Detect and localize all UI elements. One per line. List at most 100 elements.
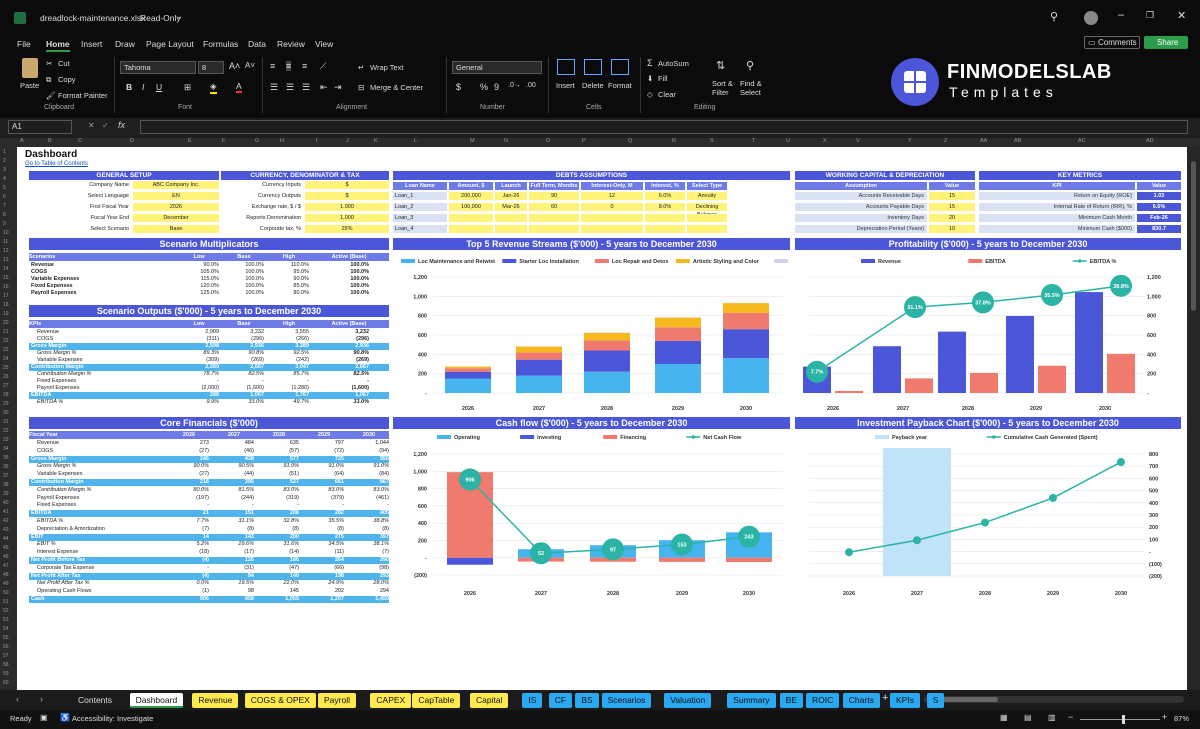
orientation-icon[interactable]: ⟋: [320, 61, 326, 72]
function-icon[interactable]: fx: [118, 120, 125, 130]
row-number[interactable]: 1: [3, 149, 6, 155]
font-color-icon[interactable]: A: [236, 81, 242, 93]
tab-cf[interactable]: CF: [548, 693, 573, 708]
formula-input[interactable]: [140, 120, 1188, 134]
find-icon[interactable]: ⚲: [746, 59, 754, 72]
decrease-font-icon[interactable]: A˅: [245, 61, 255, 70]
tab-valuation[interactable]: Valuation: [664, 693, 712, 708]
clear-button[interactable]: Clear: [658, 90, 676, 99]
row-number[interactable]: 22: [3, 338, 9, 344]
borders-icon[interactable]: ⊞: [184, 82, 191, 93]
align-middle-icon[interactable]: ≡: [286, 61, 292, 71]
row-number[interactable]: 16: [3, 284, 9, 290]
row-number[interactable]: 52: [3, 608, 9, 614]
tab-kpis[interactable]: KPIs: [890, 693, 920, 708]
align-bottom-icon[interactable]: ≡: [302, 61, 307, 71]
tab-is[interactable]: IS: [522, 693, 543, 708]
align-top-icon[interactable]: ≡: [270, 61, 275, 71]
row-number[interactable]: 59: [3, 671, 9, 677]
tab-bs[interactable]: BS: [575, 693, 599, 708]
enter-icon[interactable]: ✓: [102, 121, 109, 130]
close-icon[interactable]: ✕: [1177, 9, 1186, 22]
tab-contents[interactable]: Contents: [72, 693, 118, 708]
zoom-out-icon[interactable]: −: [1068, 712, 1073, 722]
row-number[interactable]: 7: [3, 203, 6, 209]
fill-icon[interactable]: ⬇: [647, 74, 653, 83]
row-number[interactable]: 35: [3, 455, 9, 461]
row-number[interactable]: 40: [3, 500, 9, 506]
font-size-select[interactable]: 8: [198, 61, 224, 74]
page-break-icon[interactable]: ▥: [1048, 713, 1056, 722]
row-number[interactable]: 23: [3, 347, 9, 353]
row-number[interactable]: 13: [3, 257, 9, 263]
copy-button[interactable]: Copy: [58, 75, 76, 84]
tab-cogs-opex[interactable]: COGS & OPEX: [244, 693, 316, 708]
row-number[interactable]: 44: [3, 536, 9, 542]
tab-s[interactable]: S: [926, 693, 945, 708]
name-box[interactable]: A1: [8, 120, 72, 134]
tab-scenarios[interactable]: Scenarios: [601, 693, 652, 708]
add-sheet-icon[interactable]: +: [882, 692, 888, 704]
tab-be[interactable]: BE: [779, 693, 803, 708]
row-number[interactable]: 49: [3, 581, 9, 587]
row-number[interactable]: 8: [3, 212, 6, 218]
clear-icon[interactable]: ◇: [647, 90, 653, 99]
row-number[interactable]: 4: [3, 176, 6, 182]
merge-icon[interactable]: ⊟: [358, 83, 364, 92]
increase-decimal-icon[interactable]: .0→: [508, 82, 521, 89]
menu-home[interactable]: Home: [46, 39, 70, 52]
row-number[interactable]: 31: [3, 419, 9, 425]
menu-file[interactable]: File: [17, 39, 31, 49]
menu-review[interactable]: Review: [277, 39, 305, 49]
comma-icon[interactable]: 9: [494, 82, 499, 92]
align-left-icon[interactable]: ☰: [270, 82, 278, 93]
delete-button[interactable]: Delete: [582, 81, 604, 90]
row-number[interactable]: 3: [3, 167, 6, 173]
row-number[interactable]: 18: [3, 302, 9, 308]
row-number[interactable]: 32: [3, 428, 9, 434]
worksheet[interactable]: Dashboard Go to Table of Contents GENERA…: [17, 147, 1187, 690]
row-number[interactable]: 60: [3, 680, 9, 686]
row-number[interactable]: 29: [3, 401, 9, 407]
row-number[interactable]: 41: [3, 509, 9, 515]
row-number[interactable]: 24: [3, 356, 9, 362]
tab-summary[interactable]: Summary: [727, 693, 776, 708]
horizontal-scrollbar[interactable]: [924, 696, 1184, 703]
share-button[interactable]: Share: [1144, 36, 1188, 49]
row-number[interactable]: 45: [3, 545, 9, 551]
row-number[interactable]: 10: [3, 230, 9, 236]
insert-cells-icon[interactable]: [557, 59, 575, 75]
row-number[interactable]: 15: [3, 275, 9, 281]
menu-data[interactable]: Data: [248, 39, 266, 49]
minimize-icon[interactable]: –: [1118, 9, 1124, 21]
zoom-in-icon[interactable]: +: [1162, 712, 1167, 722]
row-number[interactable]: 5: [3, 185, 6, 191]
search-icon[interactable]: ⚲: [1050, 10, 1058, 23]
format-button[interactable]: Format: [608, 81, 632, 90]
percent-icon[interactable]: %: [480, 82, 488, 92]
zoom-slider[interactable]: [1080, 719, 1160, 720]
page-layout-icon[interactable]: ▤: [1024, 713, 1032, 722]
read-only-label[interactable]: Read-Only: [140, 13, 181, 23]
menu-formulas[interactable]: Formulas: [203, 39, 238, 49]
decrease-decimal-icon[interactable]: .00: [526, 82, 536, 89]
copy-icon[interactable]: ⧉: [46, 75, 51, 85]
tab-capital[interactable]: Capital: [470, 693, 509, 708]
row-number[interactable]: 33: [3, 437, 9, 443]
row-number[interactable]: 14: [3, 266, 9, 272]
row-number[interactable]: 25: [3, 365, 9, 371]
row-number[interactable]: 26: [3, 374, 9, 380]
accessibility-status[interactable]: Accessibility: Investigate: [72, 714, 153, 723]
normal-view-icon[interactable]: ▦: [1000, 713, 1008, 722]
fill-button[interactable]: Fill: [658, 74, 668, 83]
format-cells-icon[interactable]: [611, 59, 629, 75]
cut-button[interactable]: Cut: [58, 59, 70, 68]
delete-cells-icon[interactable]: [584, 59, 602, 75]
row-number[interactable]: 46: [3, 554, 9, 560]
sort-filter-icon[interactable]: ⇅: [716, 59, 725, 72]
currency-icon[interactable]: $: [456, 82, 461, 92]
paste-button[interactable]: Paste: [20, 81, 39, 90]
format-painter-icon[interactable]: 🖌: [46, 91, 56, 100]
sort-filter-button[interactable]: Sort & Filter: [712, 79, 740, 97]
outdent-icon[interactable]: ⇥: [334, 82, 342, 93]
